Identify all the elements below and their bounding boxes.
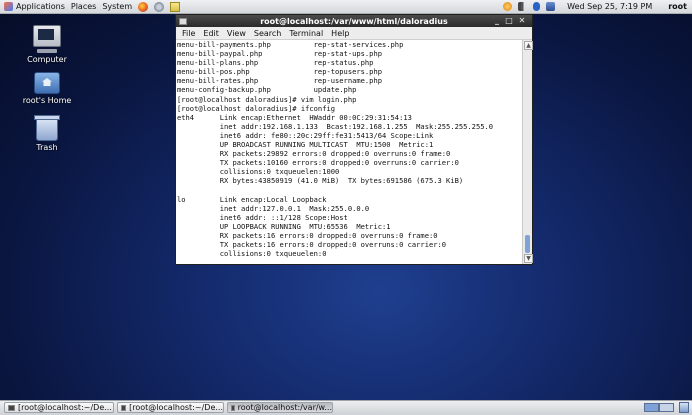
desktop-icon-home[interactable]: root's Home — [17, 72, 77, 105]
terminal-window[interactable]: root@localhost:/var/www/html/daloradius … — [175, 14, 533, 265]
desktop-icon-label: Computer — [27, 55, 67, 64]
applications-menu-label: Applications — [16, 2, 65, 11]
terminal-icon — [231, 404, 235, 411]
desktop-icon-label: root's Home — [22, 96, 72, 105]
taskbar-item[interactable]: [root@localhost:~/De... — [4, 402, 114, 413]
clock[interactable]: Wed Sep 25, 7:19 PM — [567, 2, 652, 11]
bottom-panel: [root@localhost:~/De... [root@localhost:… — [0, 400, 692, 415]
terminal-line: menu-bill-payments.php rep-stat-services… — [177, 40, 404, 49]
maximize-button[interactable]: □ — [504, 15, 514, 27]
terminal-line: RX bytes:43850919 (41.0 MiB) TX bytes:69… — [177, 176, 464, 186]
terminal-line: collisions:0 txqueuelen:1000 — [177, 167, 340, 177]
workspace-2[interactable] — [659, 403, 674, 412]
taskbar-item-active[interactable]: root@localhost:/var/w... — [227, 402, 333, 413]
settings-launcher-icon[interactable] — [154, 1, 165, 12]
terminal-line: inet6 addr: fe80::20c:29ff:fe31:5413/64 … — [177, 130, 434, 140]
terminal-line: collisions:0 txqueuelen:0 — [177, 249, 327, 259]
terminal-line: menu-config-backup.php update.php — [177, 85, 357, 95]
scroll-down-icon[interactable]: ▼ — [524, 254, 533, 263]
workspace-1[interactable] — [644, 403, 659, 412]
terminal-line: eth4 Link encap:Ethernet HWaddr 00:0C:29… — [177, 112, 412, 122]
taskbar-item-label: [root@localhost:~/De... — [18, 403, 112, 412]
panel-tray: Wed Sep 25, 7:19 PM root — [497, 0, 692, 13]
terminal-line: lo Link encap:Local Loopback — [177, 194, 327, 204]
network-icon[interactable] — [546, 2, 556, 11]
desktop-icon-trash[interactable]: Trash — [17, 115, 77, 152]
terminal-line: RX packets:16 errors:0 dropped:0 overrun… — [177, 230, 438, 240]
terminal-line: menu-bill-pos.php rep-topusers.php — [177, 67, 382, 77]
scrollbar-thumb[interactable] — [525, 235, 530, 253]
vertical-scrollbar[interactable]: ▲ ▼ — [522, 40, 533, 264]
bluetooth-icon[interactable] — [533, 2, 541, 11]
terminal-line: menu-bill-plans.php rep-status.php — [177, 58, 374, 68]
terminal-line: UP BROADCAST RUNNING MULTICAST MTU:1500 … — [177, 140, 434, 150]
window-title-bar[interactable]: root@localhost:/var/www/html/daloradius … — [176, 15, 532, 27]
menu-help[interactable]: Help — [331, 29, 349, 38]
close-button[interactable]: ✕ — [517, 15, 527, 27]
terminal-line: UP LOOPBACK RUNNING MTU:65536 Metric:1 — [177, 221, 391, 231]
scroll-up-icon[interactable]: ▲ — [524, 41, 533, 50]
desktop-icon-label: Trash — [36, 143, 58, 152]
terminal-line: TX packets:16 errors:0 dropped:0 overrun… — [177, 240, 447, 250]
terminal-line: TX packets:10160 errors:0 dropped:0 over… — [177, 158, 459, 168]
terminal-line: inet addr:192.168.1.133 Bcast:192.168.1.… — [177, 121, 494, 131]
terminal-line: inet6 addr: ::1/128 Scope:Host — [177, 212, 348, 222]
applications-icon — [4, 2, 13, 11]
places-menu[interactable]: Places — [71, 2, 96, 11]
desktop-icon-computer[interactable]: Computer — [17, 25, 77, 64]
menu-view[interactable]: View — [227, 29, 246, 38]
text-editor-launcher-icon[interactable] — [170, 1, 181, 12]
window-title: root@localhost:/var/www/html/daloradius — [260, 16, 448, 26]
trash-applet-icon[interactable] — [679, 402, 689, 413]
terminal-output[interactable]: menu-bill-payments.php rep-stat-services… — [176, 40, 522, 264]
menu-file[interactable]: File — [182, 29, 195, 38]
terminal-line: menu-bill-paypal.php rep-stat-ups.php — [177, 49, 382, 59]
terminal-line: inet addr:127.0.0.1 Mask:255.0.0.0 — [177, 203, 370, 213]
update-notifier-icon[interactable] — [503, 2, 513, 11]
volume-icon[interactable] — [518, 2, 528, 11]
trash-icon — [34, 115, 60, 141]
applications-menu[interactable]: Applications — [4, 2, 65, 11]
firefox-launcher-icon[interactable] — [138, 1, 149, 12]
computer-icon — [33, 25, 61, 47]
menu-terminal[interactable]: Terminal — [289, 29, 323, 38]
terminal-icon — [8, 404, 15, 411]
taskbar-item[interactable]: [root@localhost:~/De... — [117, 402, 224, 413]
terminal-icon — [121, 404, 127, 411]
terminal-line: RX packets:29892 errors:0 dropped:0 over… — [177, 149, 451, 159]
menu-bar: File Edit View Search Terminal Help — [176, 27, 532, 40]
top-panel: Applications Places System Wed Sep 25, 7… — [0, 0, 692, 14]
user-menu[interactable]: root — [668, 2, 687, 11]
system-menu[interactable]: System — [102, 2, 132, 11]
menu-search[interactable]: Search — [254, 29, 281, 38]
minimize-button[interactable]: _ — [492, 15, 502, 27]
taskbar-item-label: [root@localhost:~/De... — [129, 403, 223, 412]
home-folder-icon — [34, 72, 60, 94]
menu-edit[interactable]: Edit — [203, 29, 219, 38]
terminal-line: [root@localhost daloradius]# vim login.p… — [177, 94, 357, 104]
terminal-line: menu-bill-rates.php rep-username.php — [177, 76, 382, 86]
taskbar-item-label: root@localhost:/var/w... — [237, 403, 332, 412]
terminal-line: [root@localhost daloradius]# ifconfig — [177, 103, 336, 113]
